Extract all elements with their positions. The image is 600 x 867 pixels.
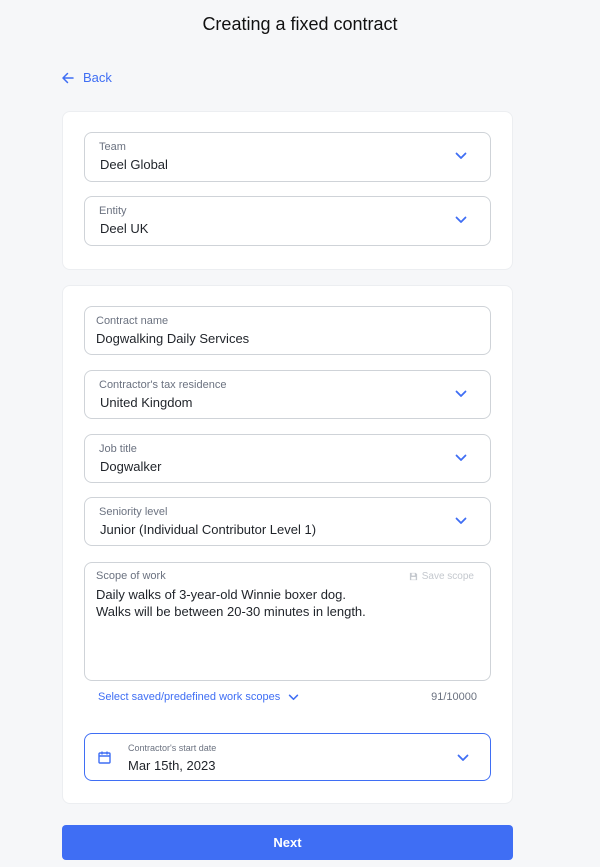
team-entity-card: Team Deel Global Entity Deel UK: [62, 111, 513, 270]
arrow-left-icon: [62, 72, 74, 83]
chevron-down-icon: [455, 152, 467, 160]
contract-name-value[interactable]: Dogwalking Daily Services: [96, 331, 249, 346]
seniority-label: Seniority level: [99, 506, 168, 518]
contract-name-label: Contract name: [96, 315, 169, 327]
entity-value: Deel UK: [100, 221, 149, 236]
chevron-down-icon: [455, 454, 467, 462]
seniority-select[interactable]: Seniority level Junior (Individual Contr…: [84, 497, 491, 546]
start-date-picker[interactable]: Contractor's start date Mar 15th, 2023: [84, 733, 491, 781]
team-value: Deel Global: [100, 157, 168, 172]
entity-select[interactable]: Entity Deel UK: [84, 196, 491, 246]
predefined-scopes-dropdown[interactable]: Select saved/predefined work scopes: [98, 691, 299, 703]
page-title: Creating a fixed contract: [202, 14, 398, 34]
start-date-value: Mar 15th, 2023: [128, 758, 216, 773]
floppy-disk-icon: [409, 572, 417, 581]
chevron-down-icon: [455, 517, 467, 525]
contract-name-field[interactable]: Contract name Dogwalking Daily Services: [84, 306, 491, 355]
calendar-icon: [98, 751, 111, 764]
scope-text[interactable]: Daily walks of 3-year-old Winnie boxer d…: [96, 586, 476, 620]
save-scope-button[interactable]: Save scope: [409, 571, 474, 582]
start-date-label: Contractor's start date: [128, 743, 217, 753]
tax-residence-value: United Kingdom: [100, 395, 193, 410]
chevron-down-icon: [288, 694, 299, 700]
chevron-down-icon: [455, 216, 467, 224]
tax-residence-select[interactable]: Contractor's tax residence United Kingdo…: [84, 370, 491, 419]
scope-of-work-textarea[interactable]: Scope of work Save scope Daily walks of …: [84, 562, 491, 681]
job-title-value: Dogwalker: [100, 459, 162, 474]
tax-residence-label: Contractor's tax residence: [99, 379, 227, 391]
back-label: Back: [83, 70, 112, 85]
job-title-select[interactable]: Job title Dogwalker: [84, 434, 491, 483]
chevron-down-icon: [457, 754, 469, 762]
chevron-down-icon: [455, 390, 467, 398]
character-counter: 91/10000: [431, 691, 477, 703]
entity-label: Entity: [99, 205, 127, 217]
seniority-value: Junior (Individual Contributor Level 1): [100, 522, 317, 537]
back-link[interactable]: Back: [61, 70, 112, 85]
contract-details-card: Contract name Dogwalking Daily Services …: [62, 285, 513, 804]
predefined-scopes-label: Select saved/predefined work scopes: [98, 691, 281, 703]
page: Creating a fixed contract Back Team Deel…: [0, 0, 600, 867]
scope-label: Scope of work: [96, 570, 166, 582]
save-scope-label: Save scope: [421, 571, 474, 582]
team-select[interactable]: Team Deel Global: [84, 132, 491, 182]
job-title-label: Job title: [99, 443, 137, 455]
next-button[interactable]: Next: [62, 825, 513, 860]
team-label: Team: [99, 141, 126, 153]
